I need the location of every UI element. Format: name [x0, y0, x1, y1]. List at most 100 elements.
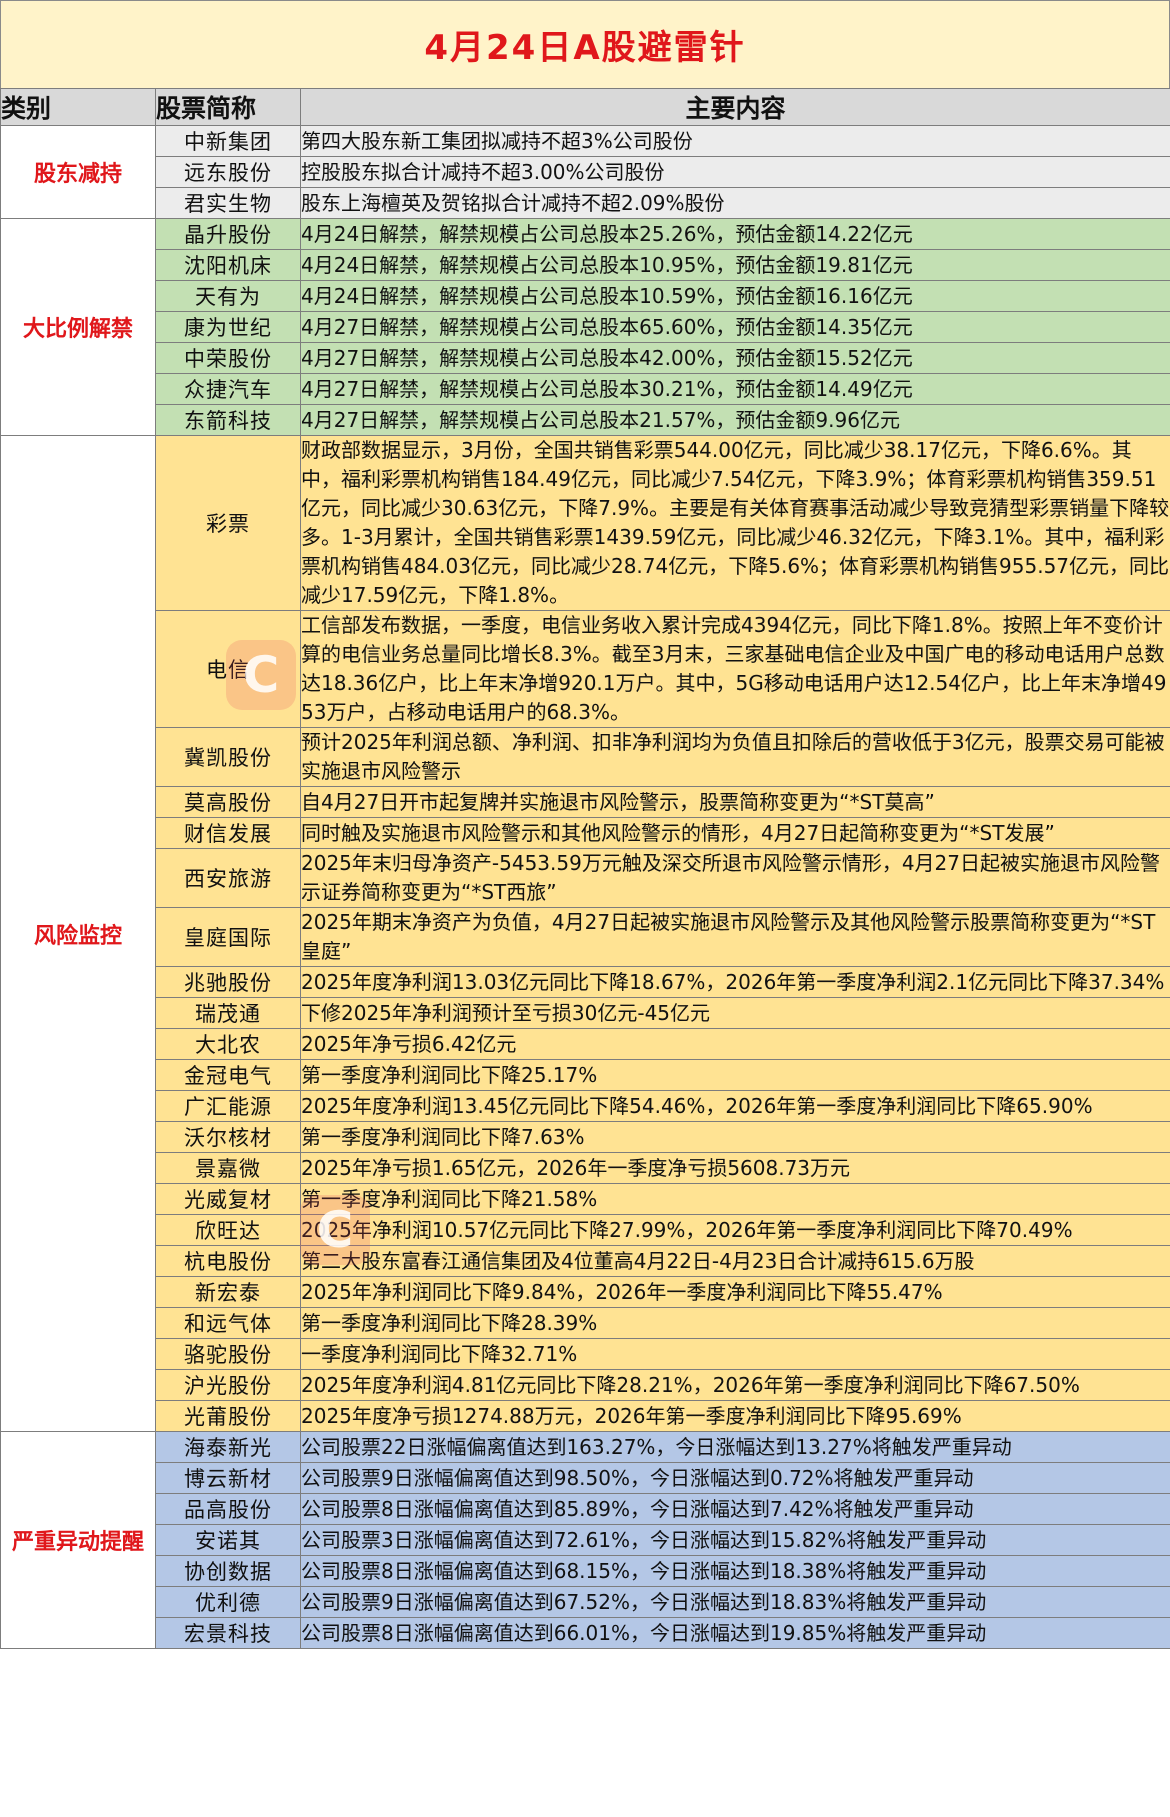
table-row: 众捷汽车 4月27日解禁，解禁规模占公司总股本30.21%，预估金额14.49亿元 — [1, 373, 1170, 405]
table-row: 康为世纪 4月27日解禁，解禁规模占公司总股本65.60%，预估金额14.35亿元 — [1, 311, 1170, 343]
table-row: 电信 工信部发布数据，一季度，电信业务收入累计完成4394亿元，同比下降1.8%。… — [1, 610, 1170, 728]
table-row: 博云新材 公司股票9日涨幅偏离值达到98.50%，今日涨幅达到0.72%将触发严重… — [1, 1462, 1170, 1494]
table-row: 冀凯股份 预计2025年利润总额、净利润、扣非净利润均为负值且扣除后的营收低于3亿… — [1, 727, 1170, 787]
stock-name-cell: 西安旅游 — [155, 848, 301, 908]
content-cell: 2025年净利润同比下降9.84%，2026年一季度净利润同比下降55.47% — [300, 1276, 1170, 1308]
risk-table: 类别 股票简称 主要内容 股东减持 中新集团 第四大股东新工集团拟减持不超3%公司股… — [0, 88, 1170, 1649]
stock-name-cell: 沪光股份 — [155, 1369, 301, 1401]
content-cell: 预计2025年利润总额、净利润、扣非净利润均为负值且扣除后的营收低于3亿元，股票… — [300, 727, 1170, 787]
stock-name-cell: 康为世纪 — [155, 311, 301, 343]
content-cell: 第一季度净利润同比下降28.39% — [300, 1307, 1170, 1339]
stock-name-cell: 安诺其 — [155, 1524, 301, 1556]
stock-name-cell: 众捷汽车 — [155, 373, 301, 405]
content-cell: 4月24日解禁，解禁规模占公司总股本25.26%，预估金额14.22亿元 — [300, 218, 1170, 250]
content-cell: 公司股票8日涨幅偏离值达到66.01%，今日涨幅达到19.85%将触发严重异动 — [300, 1617, 1170, 1649]
content-cell: 第一季度净利润同比下降21.58% — [300, 1183, 1170, 1215]
stock-name-cell: 光莆股份 — [155, 1400, 301, 1432]
table-row: 大比例解禁 晶升股份 4月24日解禁，解禁规模占公司总股本25.26%，预估金额14… — [0, 218, 1170, 436]
content-cell: 公司股票9日涨幅偏离值达到98.50%，今日涨幅达到0.72%将触发严重异动 — [300, 1462, 1170, 1494]
stock-name-cell: 金冠电气 — [155, 1059, 301, 1091]
table-row: 瑞茂通 下修2025年净利润预计至亏损30亿元-45亿元 — [1, 997, 1170, 1029]
stock-name-cell: 海泰新光 — [155, 1431, 301, 1463]
table-row: 大北农 2025年净亏损6.42亿元 — [1, 1028, 1170, 1060]
content-cell: 工信部发布数据，一季度，电信业务收入累计完成4394亿元，同比下降1.8%。按照… — [300, 610, 1170, 728]
stock-name-cell: 兆驰股份 — [155, 966, 301, 998]
table-row: 严重异动提醒 海泰新光 公司股票22日涨幅偏离值达到163.27%，今日涨幅达到13… — [0, 1431, 1170, 1649]
content-cell: 第四大股东新工集团拟减持不超3%公司股份 — [300, 125, 1170, 157]
table-row: 西安旅游 2025年末归母净资产-5453.59万元触及深交所退市风险警示情形，4… — [1, 848, 1170, 908]
stock-name-cell: 广汇能源 — [155, 1090, 301, 1122]
table-row: 天有为 4月24日解禁，解禁规模占公司总股本10.59%，预估金额16.16亿元 — [1, 280, 1170, 312]
content-cell: 第一季度净利润同比下降25.17% — [300, 1059, 1170, 1091]
stock-name-cell: 博云新材 — [155, 1462, 301, 1494]
stock-name-cell: 中新集团 — [155, 125, 301, 157]
content-cell: 2025年净亏损6.42亿元 — [300, 1028, 1170, 1060]
table-row: 远东股份 控股股东拟合计减持不超3.00%公司股份 — [1, 156, 1170, 188]
content-cell: 股东上海檀英及贺铭拟合计减持不超2.09%股份 — [300, 187, 1170, 219]
content-cell: 公司股票22日涨幅偏离值达到163.27%，今日涨幅达到13.27%将触发严重异… — [300, 1431, 1170, 1463]
table-row: 沃尔核材 第一季度净利润同比下降7.63% — [1, 1121, 1170, 1153]
table-row: 风险监控 彩票 财政部数据显示，3月份，全国共销售彩票544.00亿元，同比减少38… — [0, 435, 1170, 1432]
table-row: 光莆股份 2025年度净亏损1274.88万元，2026年第一季度净利润同比下降9… — [1, 1400, 1170, 1432]
content-cell: 财政部数据显示，3月份，全国共销售彩票544.00亿元，同比减少38.17亿元，… — [300, 435, 1170, 611]
table-row: 品高股份 公司股票8日涨幅偏离值达到85.89%，今日涨幅达到7.42%将触发严重… — [1, 1493, 1170, 1525]
table-row: 皇庭国际 2025年期末净资产为负值，4月27日起被实施退市风险警示及其他风险警示… — [1, 907, 1170, 967]
content-cell: 2025年末归母净资产-5453.59万元触及深交所退市风险警示情形，4月27日… — [300, 848, 1170, 908]
table-row: 金冠电气 第一季度净利润同比下降25.17% — [1, 1059, 1170, 1091]
stock-name-cell: 瑞茂通 — [155, 997, 301, 1029]
stock-name-cell: 宏景科技 — [155, 1617, 301, 1649]
content-cell: 同时触及实施退市风险警示和其他风险警示的情形，4月27日起简称变更为“*ST发展… — [300, 817, 1170, 849]
stock-name-cell: 冀凯股份 — [155, 727, 301, 787]
content-cell: 2025年度净亏损1274.88万元，2026年第一季度净利润同比下降95.69… — [300, 1400, 1170, 1432]
table-row: 欣旺达 2025年净利润10.57亿元同比下降27.99%，2026年第一季度净利… — [1, 1214, 1170, 1246]
category-cell: 股东减持 — [0, 125, 156, 219]
content-cell: 公司股票9日涨幅偏离值达到67.52%，今日涨幅达到18.83%将触发严重异动 — [300, 1586, 1170, 1618]
table-row: 沪光股份 2025年度净利润4.81亿元同比下降28.21%，2026年第一季度净… — [1, 1369, 1170, 1401]
content-cell: 自4月27日开市起复牌并实施退市风险警示，股票简称变更为“*ST莫高” — [300, 786, 1170, 818]
stock-name-cell: 优利德 — [155, 1586, 301, 1618]
table-row: 广汇能源 2025年度净利润13.45亿元同比下降54.46%，2026年第一季度… — [1, 1090, 1170, 1122]
content-cell: 4月24日解禁，解禁规模占公司总股本10.59%，预估金额16.16亿元 — [300, 280, 1170, 312]
table-header-row: 类别 股票简称 主要内容 — [0, 88, 1170, 126]
table-row: 新宏泰 2025年净利润同比下降9.84%，2026年一季度净利润同比下降55.4… — [1, 1276, 1170, 1308]
table-row: 君实生物 股东上海檀英及贺铭拟合计减持不超2.09%股份 — [1, 187, 1170, 219]
content-cell: 第二大股东富春江通信集团及4位董高4月22日-4月23日合计减持615.6万股 — [300, 1245, 1170, 1277]
content-cell: 4月27日解禁，解禁规模占公司总股本65.60%，预估金额14.35亿元 — [300, 311, 1170, 343]
content-cell: 4月24日解禁，解禁规模占公司总股本10.95%，预估金额19.81亿元 — [300, 249, 1170, 281]
report-sheet: 4月24日A股避雷针 类别 股票简称 主要内容 股东减持 中新集团 第四大股东新工集… — [0, 0, 1170, 1817]
table-row: 和远气体 第一季度净利润同比下降28.39% — [1, 1307, 1170, 1339]
stock-name-cell: 君实生物 — [155, 187, 301, 219]
stock-name-cell: 新宏泰 — [155, 1276, 301, 1308]
table-row: 东箭科技 4月27日解禁，解禁规模占公司总股本21.57%，预估金额9.96亿元 — [1, 404, 1170, 436]
content-cell: 4月27日解禁，解禁规模占公司总股本42.00%，预估金额15.52亿元 — [300, 342, 1170, 374]
content-cell: 第一季度净利润同比下降7.63% — [300, 1121, 1170, 1153]
table-row: 莫高股份 自4月27日开市起复牌并实施退市风险警示，股票简称变更为“*ST莫高” — [1, 786, 1170, 818]
content-cell: 2025年度净利润13.03亿元同比下降18.67%，2026年第一季度净利润2… — [300, 966, 1170, 998]
stock-name-cell: 电信 — [155, 610, 301, 728]
stock-name-cell: 欣旺达 — [155, 1214, 301, 1246]
content-cell: 2025年度净利润13.45亿元同比下降54.46%，2026年第一季度净利润同… — [300, 1090, 1170, 1122]
table-row: 骆驼股份 一季度净利润同比下降32.71% — [1, 1338, 1170, 1370]
stock-name-cell: 大北农 — [155, 1028, 301, 1060]
table-row: 杭电股份 第二大股东富春江通信集团及4位董高4月22日-4月23日合计减持615.… — [1, 1245, 1170, 1277]
content-cell: 公司股票3日涨幅偏离值达到72.61%，今日涨幅达到15.82%将触发严重异动 — [300, 1524, 1170, 1556]
table-row: 股东减持 中新集团 第四大股东新工集团拟减持不超3%公司股份 — [0, 125, 1170, 219]
header-category: 类别 — [0, 88, 156, 126]
stock-name-cell: 彩票 — [155, 435, 301, 611]
category-cell: 严重异动提醒 — [0, 1431, 156, 1649]
content-cell: 一季度净利润同比下降32.71% — [300, 1338, 1170, 1370]
content-cell: 2025年度净利润4.81亿元同比下降28.21%，2026年第一季度净利润同比… — [300, 1369, 1170, 1401]
category-cell: 大比例解禁 — [0, 218, 156, 436]
table-row: 宏景科技 公司股票8日涨幅偏离值达到66.01%，今日涨幅达到19.85%将触发严… — [1, 1617, 1170, 1649]
stock-name-cell: 皇庭国际 — [155, 907, 301, 967]
table-row: 财信发展 同时触及实施退市风险警示和其他风险警示的情形，4月27日起简称变更为“*… — [1, 817, 1170, 849]
stock-name-cell: 莫高股份 — [155, 786, 301, 818]
content-cell: 2025年期末净资产为负值，4月27日起被实施退市风险警示及其他风险警示股票简称… — [300, 907, 1170, 967]
content-cell: 公司股票8日涨幅偏离值达到68.15%，今日涨幅达到18.38%将触发严重异动 — [300, 1555, 1170, 1587]
content-cell: 2025年净亏损1.65亿元，2026年一季度净亏损5608.73万元 — [300, 1152, 1170, 1184]
content-cell: 控股股东拟合计减持不超3.00%公司股份 — [300, 156, 1170, 188]
table-row: 景嘉微 2025年净亏损1.65亿元，2026年一季度净亏损5608.73万元 — [1, 1152, 1170, 1184]
content-cell: 下修2025年净利润预计至亏损30亿元-45亿元 — [300, 997, 1170, 1029]
header-content: 主要内容 — [300, 88, 1170, 126]
content-cell: 公司股票8日涨幅偏离值达到85.89%，今日涨幅达到7.42%将触发严重异动 — [300, 1493, 1170, 1525]
